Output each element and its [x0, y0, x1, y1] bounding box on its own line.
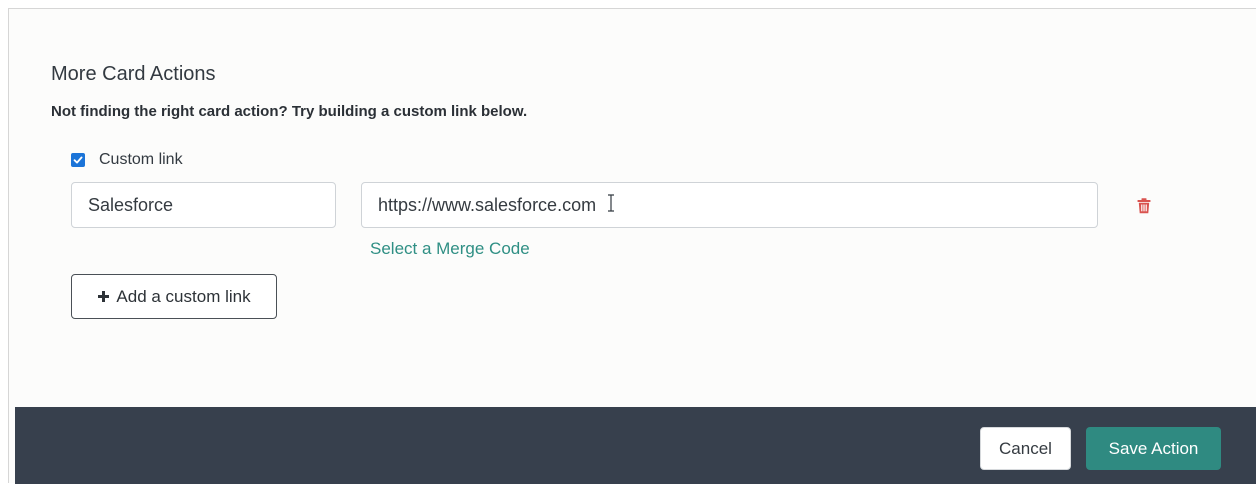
- checkmark-icon: [73, 156, 83, 164]
- link-name-input[interactable]: Salesforce: [71, 182, 336, 228]
- custom-link-checkbox-row[interactable]: Custom link: [71, 151, 183, 169]
- plus-icon: [97, 290, 110, 303]
- select-merge-code-link[interactable]: Select a Merge Code: [370, 239, 530, 259]
- save-action-button[interactable]: Save Action: [1086, 427, 1221, 470]
- custom-link-checkbox[interactable]: [71, 153, 85, 167]
- add-custom-link-button[interactable]: Add a custom link: [71, 274, 277, 319]
- card-action-modal: More Card Actions Not finding the right …: [8, 8, 1256, 484]
- text-cursor-icon: [607, 184, 615, 228]
- section-title: More Card Actions: [51, 63, 216, 85]
- custom-link-label: Custom link: [99, 151, 183, 168]
- section-subtitle: Not finding the right card action? Try b…: [51, 103, 528, 120]
- cancel-button[interactable]: Cancel: [980, 427, 1071, 470]
- link-name-value: Salesforce: [88, 195, 174, 215]
- modal-footer: Cancel Save Action: [15, 407, 1256, 484]
- add-custom-link-label: Add a custom link: [116, 286, 251, 306]
- link-url-input[interactable]: https://www.salesforce.com: [361, 182, 1098, 228]
- trash-icon[interactable]: [1137, 198, 1151, 219]
- link-url-value: https://www.salesforce.com: [378, 195, 597, 215]
